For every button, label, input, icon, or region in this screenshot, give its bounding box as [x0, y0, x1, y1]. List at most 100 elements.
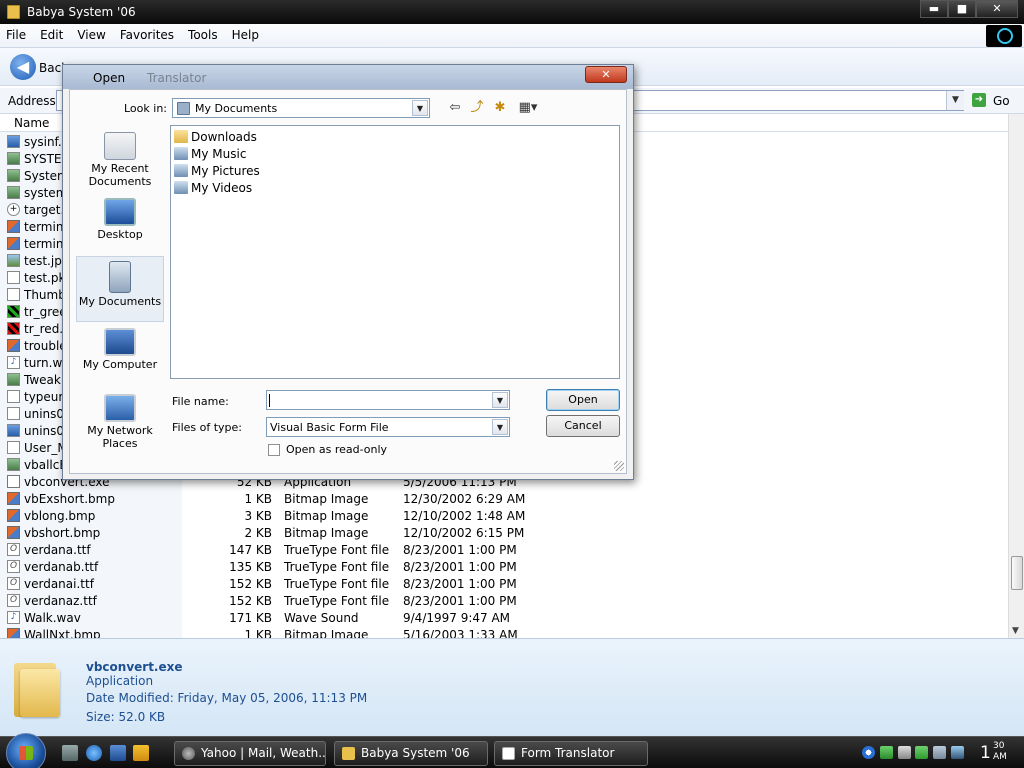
- place-my-computer[interactable]: My Computer: [76, 324, 164, 384]
- chevron-down-icon[interactable]: ▼: [412, 100, 428, 116]
- tray-volume-icon[interactable]: [933, 746, 946, 759]
- clock-hour[interactable]: 1: [980, 743, 991, 763]
- resize-grip[interactable]: [614, 461, 624, 471]
- tray-sync-icon[interactable]: [880, 746, 893, 759]
- taskbar: Yahoo | Mail, Weath... Babya System '06 …: [0, 733, 1024, 768]
- column-header-name[interactable]: Name: [14, 116, 49, 130]
- close-button[interactable]: ✕: [976, 0, 1018, 18]
- my-computer-icon: [104, 328, 136, 356]
- address-dropdown-button[interactable]: ▼: [946, 91, 964, 110]
- file-date: 12/10/2002 1:48 AM: [403, 509, 526, 523]
- file-size: 171 KB: [229, 611, 272, 625]
- details-file-name: vbconvert.exe: [86, 660, 183, 674]
- menu-help[interactable]: Help: [232, 28, 259, 42]
- media-player-icon[interactable]: [133, 745, 149, 761]
- file-type-icon: [7, 288, 20, 301]
- file-type: TrueType Font file: [284, 594, 390, 608]
- table-row[interactable]: Overdanab.ttf 135 KB TrueType Font file 8/2…: [0, 558, 1008, 575]
- file-type-icon: [7, 526, 20, 539]
- switch-windows-icon[interactable]: [110, 745, 126, 761]
- chevron-down-icon[interactable]: ▼: [492, 419, 508, 435]
- up-folder-icon[interactable]: ⤴: [469, 101, 485, 115]
- file-date: 8/23/2001 1:00 PM: [403, 594, 517, 608]
- internet-explorer-icon[interactable]: [86, 745, 102, 761]
- tray-display-icon[interactable]: [951, 746, 964, 759]
- folder-icon: [174, 130, 188, 143]
- menu-file[interactable]: File: [6, 28, 26, 42]
- place-my-network-places[interactable]: My Network Places: [76, 390, 164, 454]
- file-size: 152 KB: [229, 594, 272, 608]
- pictures-folder-icon: [174, 164, 188, 177]
- tray-monitor-icon[interactable]: [898, 746, 911, 759]
- file-name: verdanab.ttf: [24, 560, 99, 574]
- look-in-combobox[interactable]: My Documents ▼: [172, 98, 430, 118]
- file-name: termin: [24, 237, 64, 251]
- table-row[interactable]: WallNxt.bmp 1 KB Bitmap Image 5/16/2003 1:3…: [0, 626, 1008, 638]
- scroll-down-arrow-icon[interactable]: ▼: [1012, 626, 1019, 636]
- table-row[interactable]: Overdana.ttf 147 KB TrueType Font file 8/23…: [0, 541, 1008, 558]
- cancel-button[interactable]: Cancel: [546, 415, 620, 437]
- table-row[interactable]: Overdanai.ttf 152 KB TrueType Font file 8/2…: [0, 575, 1008, 592]
- read-only-label[interactable]: Open as read-only: [286, 443, 387, 456]
- clock-ampm[interactable]: AM: [993, 752, 1007, 762]
- table-row[interactable]: vbshort.bmp 2 KB Bitmap Image 12/10/2002 6:…: [0, 524, 1008, 541]
- file-size: 2 KB: [244, 526, 272, 540]
- table-row[interactable]: ♪ Walk.wav 171 KB Wave Sound 9/4/1997 9:47 A…: [0, 609, 1008, 626]
- views-menu-icon[interactable]: ▦▾: [515, 101, 541, 115]
- place-my-documents[interactable]: My Documents: [76, 256, 164, 322]
- table-row[interactable]: Overdanaz.ttf 152 KB TrueType Font file 8/2…: [0, 592, 1008, 609]
- folder-icon: [7, 5, 20, 19]
- file-type-icon: [7, 254, 20, 267]
- back-arrow-icon[interactable]: ⇦: [447, 101, 463, 115]
- file-date: 12/10/2002 6:15 PM: [403, 526, 525, 540]
- vertical-scrollbar[interactable]: ▼: [1008, 114, 1024, 638]
- file-type: Bitmap Image: [284, 509, 369, 523]
- scrollbar-thumb[interactable]: [1011, 556, 1023, 590]
- place-desktop[interactable]: Desktop: [76, 194, 164, 254]
- maximize-button[interactable]: ■: [948, 0, 976, 18]
- file-name: termin: [24, 220, 64, 234]
- chevron-down-icon[interactable]: ▼: [492, 392, 508, 408]
- clock-minutes[interactable]: 30: [993, 741, 1004, 751]
- task-babya-system[interactable]: Babya System '06: [334, 741, 488, 766]
- file-type-icon: [7, 169, 20, 182]
- new-folder-icon[interactable]: ✱: [492, 101, 508, 115]
- table-row[interactable]: vblong.bmp 3 KB Bitmap Image 12/10/2002 1:4…: [0, 507, 1008, 524]
- window-title: Babya System '06: [27, 5, 136, 19]
- file-type-icon: [7, 509, 20, 522]
- read-only-checkbox[interactable]: [268, 444, 280, 456]
- task-form-translator[interactable]: Form Translator: [494, 741, 648, 766]
- menu-view[interactable]: View: [77, 28, 105, 42]
- dialog-close-button[interactable]: ✕: [585, 66, 627, 83]
- back-button[interactable]: ◀: [10, 54, 36, 80]
- text-caret: [269, 394, 270, 407]
- file-name: vblong.bmp: [24, 509, 96, 523]
- open-button[interactable]: Open: [546, 389, 620, 411]
- go-arrow-icon[interactable]: ➜: [972, 93, 986, 107]
- tray-network-icon[interactable]: [862, 746, 875, 759]
- menu-tools[interactable]: Tools: [188, 28, 218, 42]
- menu-edit[interactable]: Edit: [40, 28, 63, 42]
- menu-favorites[interactable]: Favorites: [120, 28, 174, 42]
- minimize-button[interactable]: ▬: [920, 0, 948, 18]
- table-row[interactable]: vbExshort.bmp 1 KB Bitmap Image 12/30/2002 …: [0, 490, 1008, 507]
- task-yahoo[interactable]: Yahoo | Mail, Weath...: [174, 741, 326, 766]
- large-folder-icon: [12, 657, 60, 717]
- file-type-icon: [7, 322, 20, 335]
- show-desktop-icon[interactable]: [62, 745, 78, 761]
- files-of-type-value: Visual Basic Form File: [270, 421, 389, 434]
- dialog-titlebar: Open Translator ✕: [63, 65, 633, 89]
- tray-security-icon[interactable]: [915, 746, 928, 759]
- behind-window-title: Translator: [147, 71, 207, 85]
- file-name-input[interactable]: ▼: [266, 390, 510, 410]
- start-button[interactable]: [6, 733, 46, 768]
- go-button[interactable]: Go: [993, 94, 1010, 108]
- folder-contents-pane[interactable]: Downloads My Music My Pictures My Videos: [170, 125, 620, 379]
- file-type-icon: [7, 458, 20, 471]
- file-type-icon: [7, 135, 20, 148]
- file-name: WallNxt.bmp: [24, 628, 101, 638]
- file-type-icon: ♪: [7, 611, 20, 624]
- place-my-recent-documents[interactable]: My Recent Documents: [76, 128, 164, 188]
- files-of-type-select[interactable]: Visual Basic Form File ▼: [266, 417, 510, 437]
- explorer-titlebar: Babya System '06 ▬ ■ ✕: [0, 0, 1024, 24]
